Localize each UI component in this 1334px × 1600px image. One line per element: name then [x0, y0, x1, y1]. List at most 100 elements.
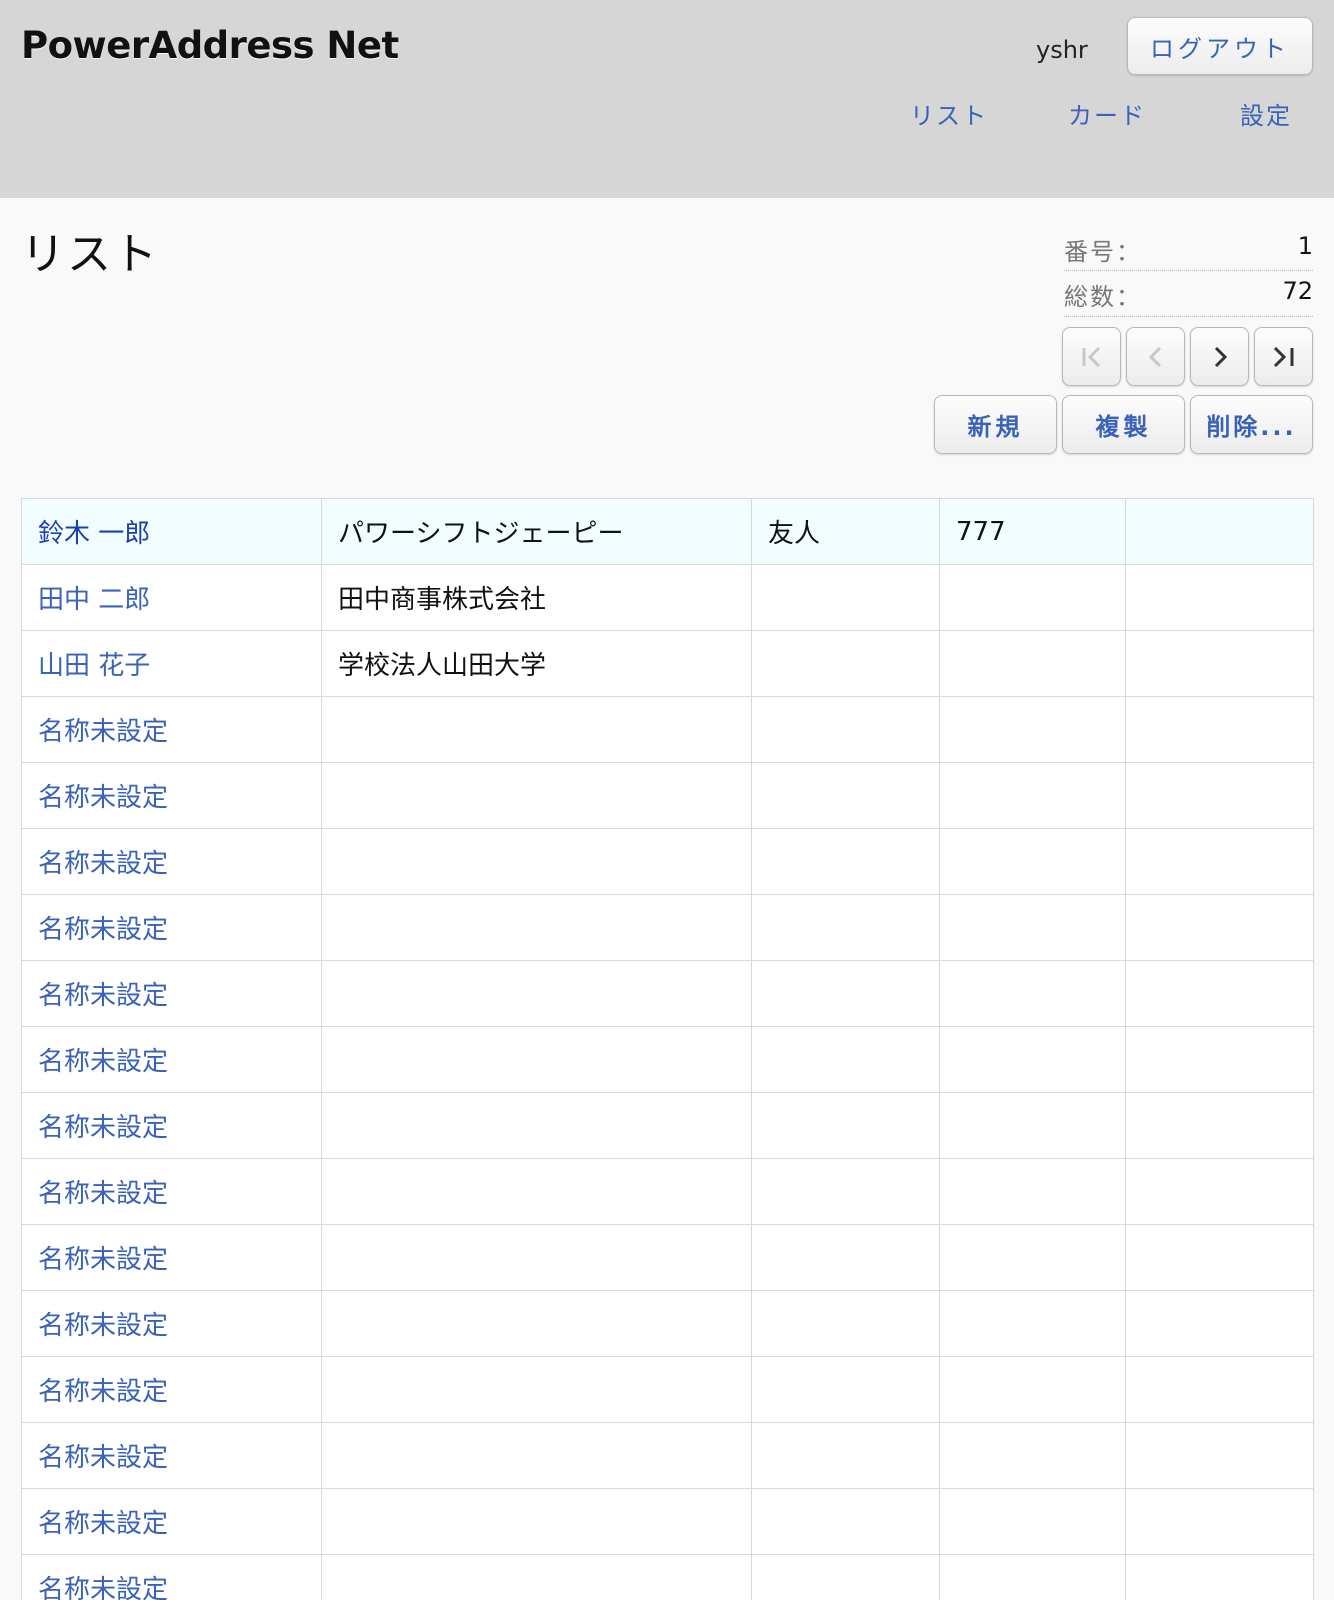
extra-cell: [1125, 960, 1314, 1027]
delete-record-button[interactable]: 削除...: [1190, 395, 1313, 454]
record-number-value: 1: [1297, 232, 1313, 260]
duplicate-record-button[interactable]: 複製: [1062, 395, 1185, 454]
extra-cell: [1125, 1290, 1314, 1357]
contact-name-cell[interactable]: 名称未設定: [21, 762, 322, 829]
code-cell: [939, 1422, 1126, 1489]
contact-name-cell[interactable]: 名称未設定: [21, 1422, 322, 1489]
table-row[interactable]: 名称未設定: [21, 762, 1314, 829]
table-row[interactable]: 田中 二郎 田中商事株式会社: [21, 564, 1314, 631]
extra-cell: [1125, 630, 1314, 697]
extra-cell: [1125, 498, 1314, 565]
contact-name-cell[interactable]: 名称未設定: [21, 696, 322, 763]
extra-cell: [1125, 894, 1314, 961]
last-page-button[interactable]: [1254, 327, 1313, 386]
category-cell: [751, 1488, 940, 1555]
extra-cell: [1125, 828, 1314, 895]
nav-link-list[interactable]: リスト: [910, 96, 988, 131]
table-row[interactable]: 名称未設定: [21, 696, 1314, 763]
table-row[interactable]: 名称未設定: [21, 960, 1314, 1027]
code-cell: [939, 1356, 1126, 1423]
company-cell: [321, 1026, 752, 1093]
code-cell: [939, 564, 1126, 631]
app-header: PowerAddress Net yshr ログアウト リスト カード 設定: [0, 0, 1334, 198]
contact-name-cell[interactable]: 田中 二郎: [21, 564, 322, 631]
contact-name-cell[interactable]: 山田 花子: [21, 630, 322, 697]
code-cell: [939, 1092, 1126, 1159]
category-cell: [751, 894, 940, 961]
next-page-button[interactable]: [1190, 327, 1249, 386]
nav-link-card[interactable]: カード: [1068, 96, 1146, 131]
code-cell: [939, 1488, 1126, 1555]
extra-cell: [1125, 696, 1314, 763]
logout-button[interactable]: ログアウト: [1127, 17, 1313, 75]
divider: [1064, 316, 1313, 317]
code-cell: [939, 696, 1126, 763]
total-count-label: 総数：: [1064, 283, 1142, 311]
extra-cell: [1125, 1422, 1314, 1489]
contact-name-cell[interactable]: 名称未設定: [21, 1554, 322, 1600]
table-row[interactable]: 名称未設定: [21, 828, 1314, 895]
table-row[interactable]: 名称未設定: [21, 1092, 1314, 1159]
category-cell: [751, 762, 940, 829]
table-row[interactable]: 名称未設定: [21, 1224, 1314, 1291]
first-page-icon: [1082, 346, 1100, 367]
contact-name-cell[interactable]: 名称未設定: [21, 828, 322, 895]
table-row[interactable]: 名称未設定: [21, 1488, 1314, 1555]
app-title: PowerAddress Net: [21, 24, 399, 67]
company-cell: [321, 1488, 752, 1555]
code-cell: [939, 1554, 1126, 1600]
extra-cell: [1125, 1356, 1314, 1423]
extra-cell: [1125, 1026, 1314, 1093]
contact-name-cell[interactable]: 名称未設定: [21, 1026, 322, 1093]
company-cell: [321, 1422, 752, 1489]
table-row[interactable]: 山田 花子 学校法人山田大学: [21, 630, 1314, 697]
table-row[interactable]: 名称未設定: [21, 1554, 1314, 1600]
previous-page-button[interactable]: [1126, 327, 1185, 386]
company-cell: 田中商事株式会社: [321, 564, 752, 631]
company-cell: [321, 960, 752, 1027]
table-row[interactable]: 名称未設定: [21, 1356, 1314, 1423]
record-number-label: 番号：: [1064, 238, 1142, 266]
nav-link-settings[interactable]: 設定: [1240, 96, 1292, 131]
address-list-table: 鈴木 一郎 パワーシフトジェーピー 友人 777 田中 二郎 田中商事株式会社 山田 花子学…: [21, 498, 1314, 1600]
code-cell: 777: [939, 498, 1126, 565]
company-cell: パワーシフトジェーピー: [321, 498, 752, 565]
contact-name-cell[interactable]: 名称未設定: [21, 960, 322, 1027]
contact-name-cell[interactable]: 名称未設定: [21, 1290, 322, 1357]
category-cell: [751, 1422, 940, 1489]
extra-cell: [1125, 1092, 1314, 1159]
contact-name-cell[interactable]: 名称未設定: [21, 1224, 322, 1291]
extra-cell: [1125, 564, 1314, 631]
code-cell: [939, 1224, 1126, 1291]
contact-name-cell[interactable]: 名称未設定: [21, 894, 322, 961]
table-row[interactable]: 名称未設定: [21, 1158, 1314, 1225]
category-cell: [751, 1290, 940, 1357]
code-cell: [939, 762, 1126, 829]
table-row[interactable]: 鈴木 一郎 パワーシフトジェーピー 友人 777: [21, 498, 1314, 565]
contact-name-cell[interactable]: 名称未設定: [21, 1092, 322, 1159]
category-cell: [751, 1554, 940, 1600]
contact-name-cell[interactable]: 鈴木 一郎: [21, 498, 322, 565]
code-cell: [939, 828, 1126, 895]
company-cell: [321, 1092, 752, 1159]
chevron-left-icon: [1148, 346, 1161, 367]
first-page-button[interactable]: [1062, 327, 1121, 386]
last-page-icon: [1273, 346, 1293, 367]
category-cell: [751, 828, 940, 895]
company-cell: [321, 1290, 752, 1357]
table-row[interactable]: 名称未設定: [21, 1026, 1314, 1093]
new-record-button[interactable]: 新規: [934, 395, 1057, 454]
category-cell: [751, 1224, 940, 1291]
table-row[interactable]: 名称未設定: [21, 894, 1314, 961]
code-cell: [939, 894, 1126, 961]
table-row[interactable]: 名称未設定: [21, 1290, 1314, 1357]
category-cell: [751, 1158, 940, 1225]
contact-name-cell[interactable]: 名称未設定: [21, 1356, 322, 1423]
company-cell: [321, 696, 752, 763]
total-count-value: 72: [1282, 277, 1313, 305]
contact-name-cell[interactable]: 名称未設定: [21, 1488, 322, 1555]
extra-cell: [1125, 1488, 1314, 1555]
table-row[interactable]: 名称未設定: [21, 1422, 1314, 1489]
company-cell: [321, 762, 752, 829]
contact-name-cell[interactable]: 名称未設定: [21, 1158, 322, 1225]
